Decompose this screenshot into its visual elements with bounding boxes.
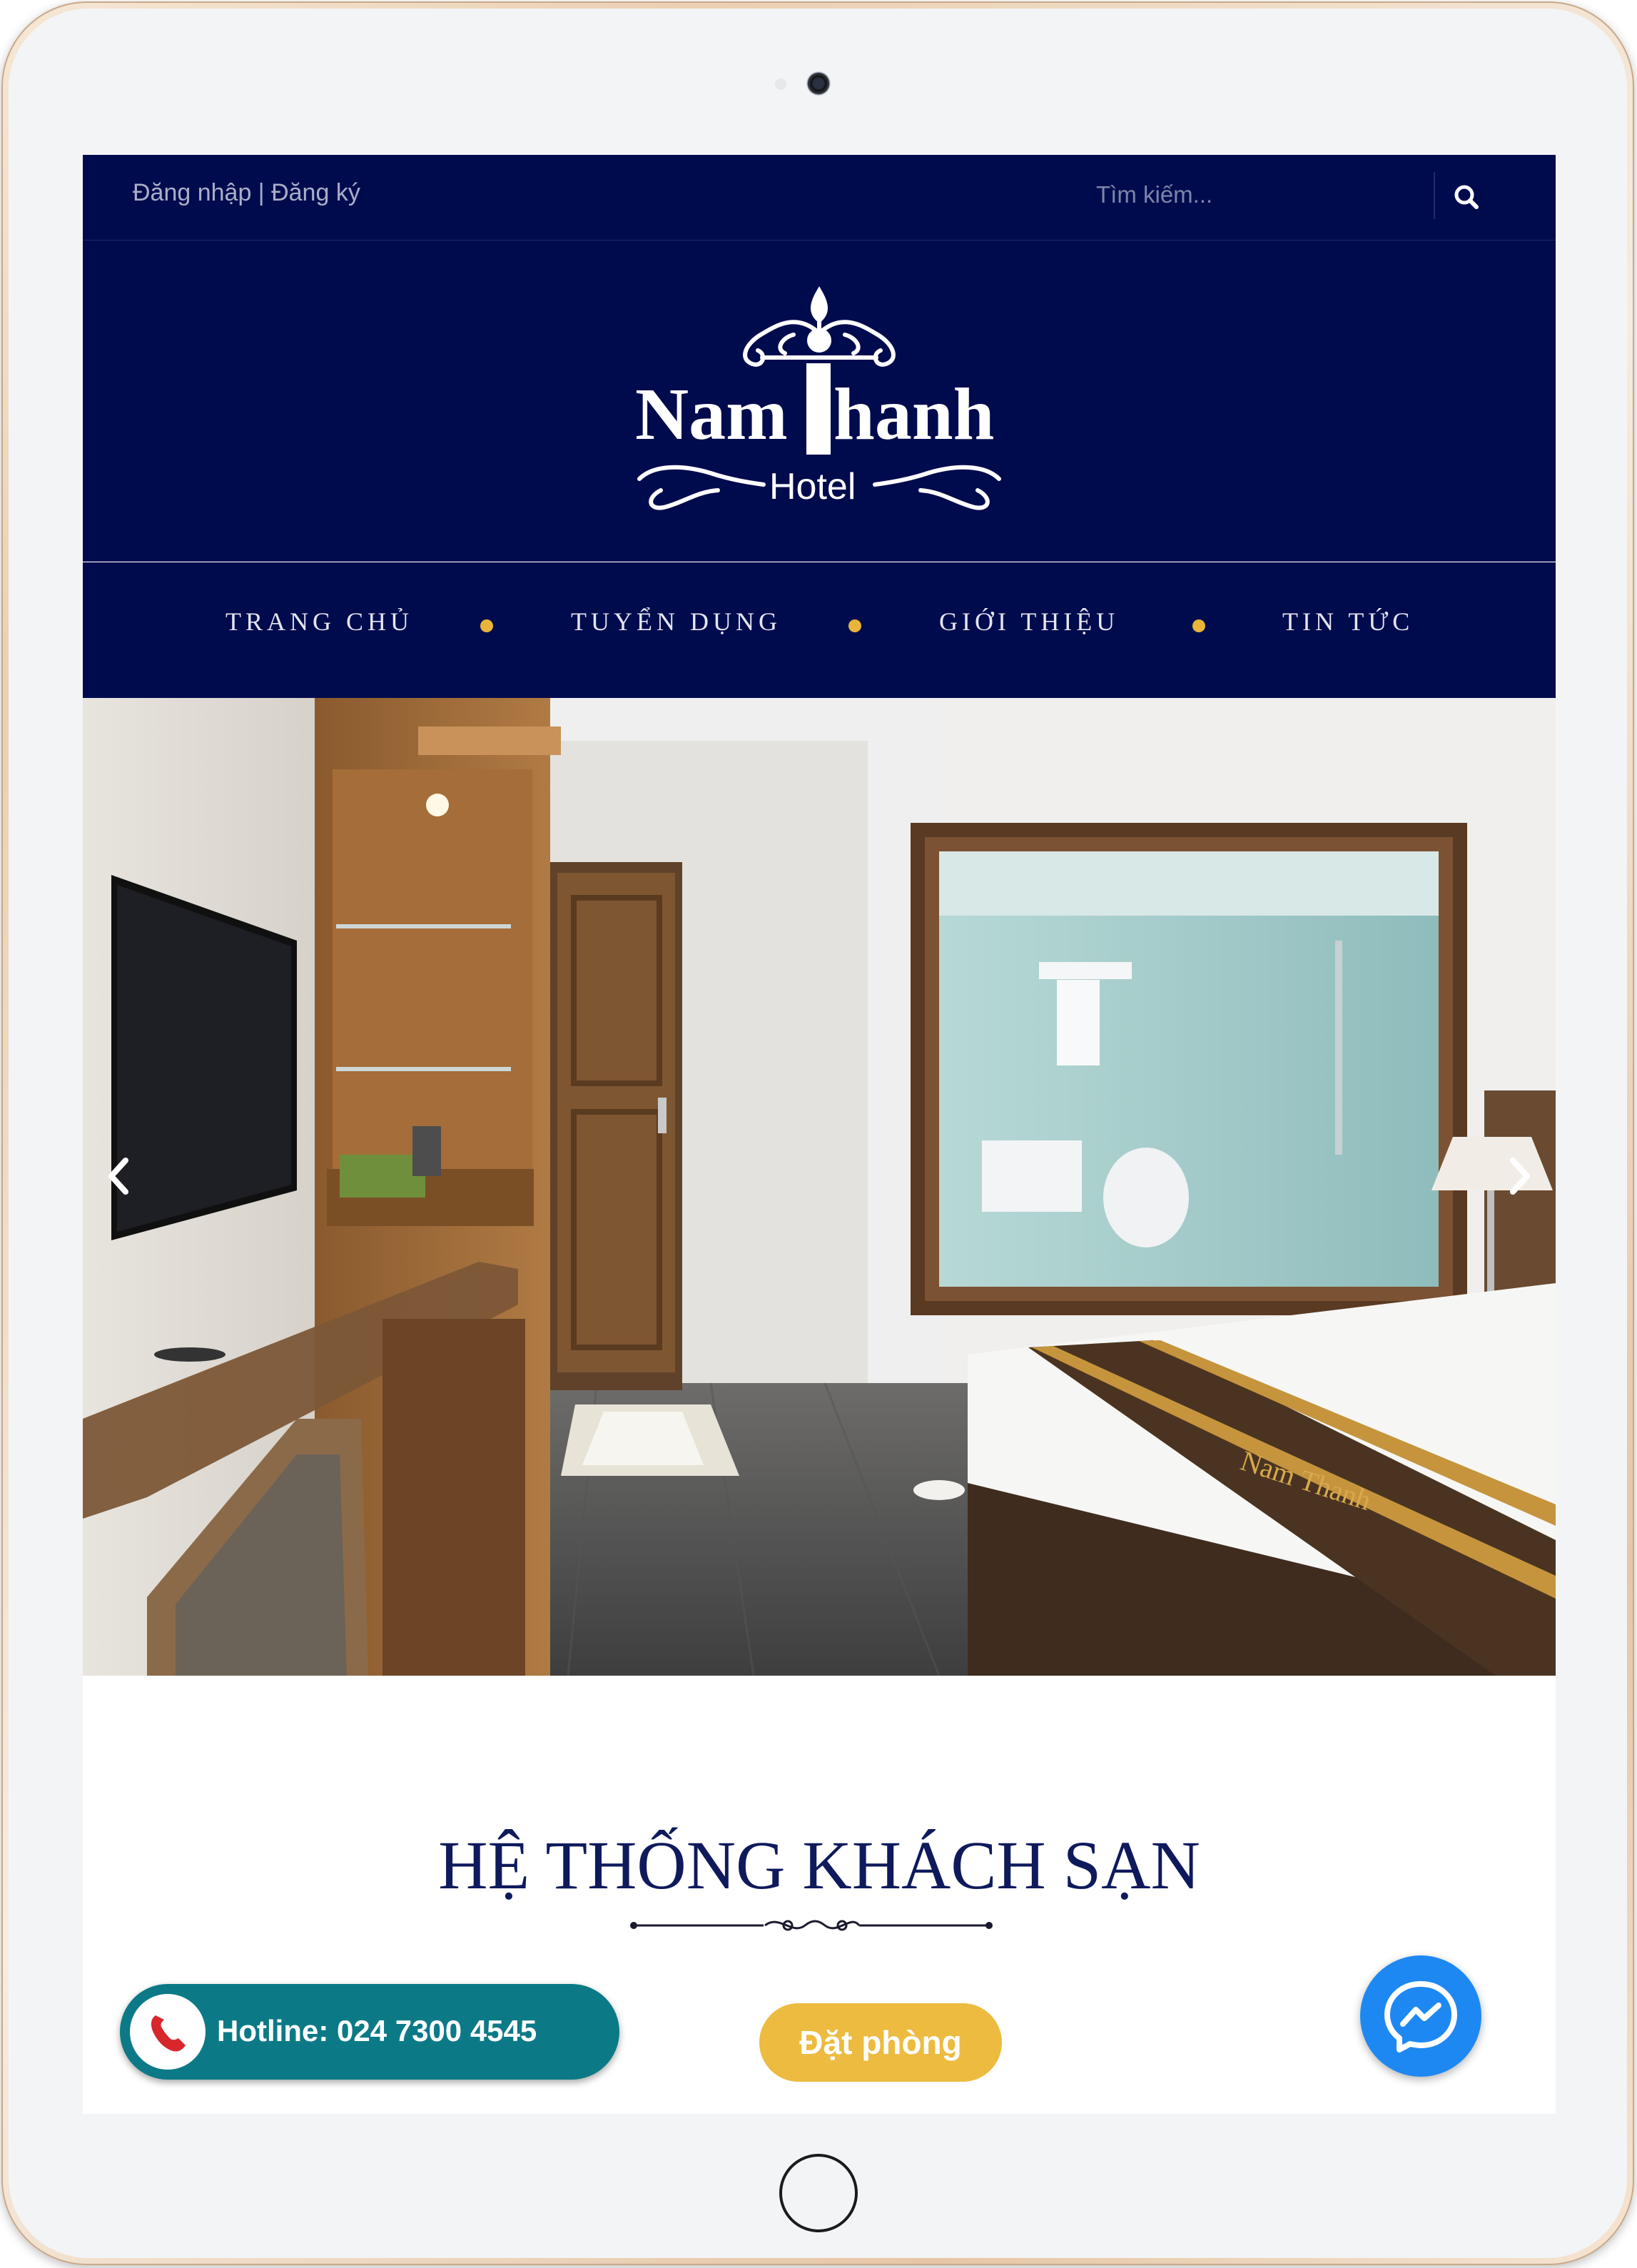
section-title: HỆ THỐNG KHÁCH SẠN [438, 1827, 1200, 1903]
nam-thanh-hotel-logo[interactable]: Nam hanh Hotel [632, 283, 1006, 519]
nav-item-trang-chu[interactable]: TRANG CHỦ [225, 607, 413, 637]
search-icon [1454, 185, 1479, 209]
hero-room-image: Nam Thanh [83, 698, 1556, 1676]
book-room-button[interactable]: Đặt phòng [759, 2003, 1002, 2082]
svg-text:Nam: Nam [635, 373, 788, 455]
hero-slider[interactable]: Nam Thanh [83, 698, 1556, 1676]
slider-next-button[interactable] [1499, 1148, 1541, 1205]
front-sensor [775, 79, 786, 90]
chevron-left-icon [108, 1158, 128, 1195]
search-button[interactable] [1446, 176, 1489, 219]
home-button[interactable] [779, 2154, 858, 2232]
nav-item-gioi-thieu[interactable]: GIỚI THIỆU [939, 607, 1119, 637]
main-nav: TRANG CHỦ TUYỂN DỤNG GIỚI THIỆU TIN TỨC [83, 562, 1556, 698]
phone-icon [151, 2015, 186, 2052]
svg-text:hanh: hanh [833, 373, 995, 455]
messenger-icon [1384, 1981, 1457, 2052]
hotline-button[interactable]: Hotline: 024 7300 4545 [120, 1984, 619, 2080]
auth-links[interactable]: Đăng nhập | Đăng ký [133, 179, 360, 207]
slider-prev-button[interactable] [97, 1148, 140, 1205]
search-divider [1434, 172, 1435, 219]
nav-separator-dot [1192, 619, 1205, 632]
phone-icon-circle [130, 1994, 206, 2070]
logo-area: Nam hanh Hotel [83, 241, 1556, 562]
messenger-button[interactable] [1360, 1955, 1481, 2077]
search-input[interactable] [1096, 173, 1324, 216]
front-camera [806, 71, 831, 96]
screen: Đăng nhập | Đăng ký Tìm kiếm... Nam hanh… [83, 155, 1556, 2114]
chevron-right-icon [1510, 1158, 1530, 1195]
top-bar: Đăng nhập | Đăng ký [83, 155, 1556, 241]
nav-separator-dot [848, 619, 861, 632]
nav-separator-dot [480, 619, 493, 632]
title-ornament [630, 1920, 993, 1931]
nav-item-tin-tuc[interactable]: TIN TỨC [1282, 607, 1414, 637]
nav-item-tuyen-dung[interactable]: TUYỂN DỤNG [571, 607, 781, 637]
hotline-label: Hotline: 024 7300 4545 [217, 2014, 537, 2047]
svg-text:Hotel: Hotel [769, 466, 856, 507]
